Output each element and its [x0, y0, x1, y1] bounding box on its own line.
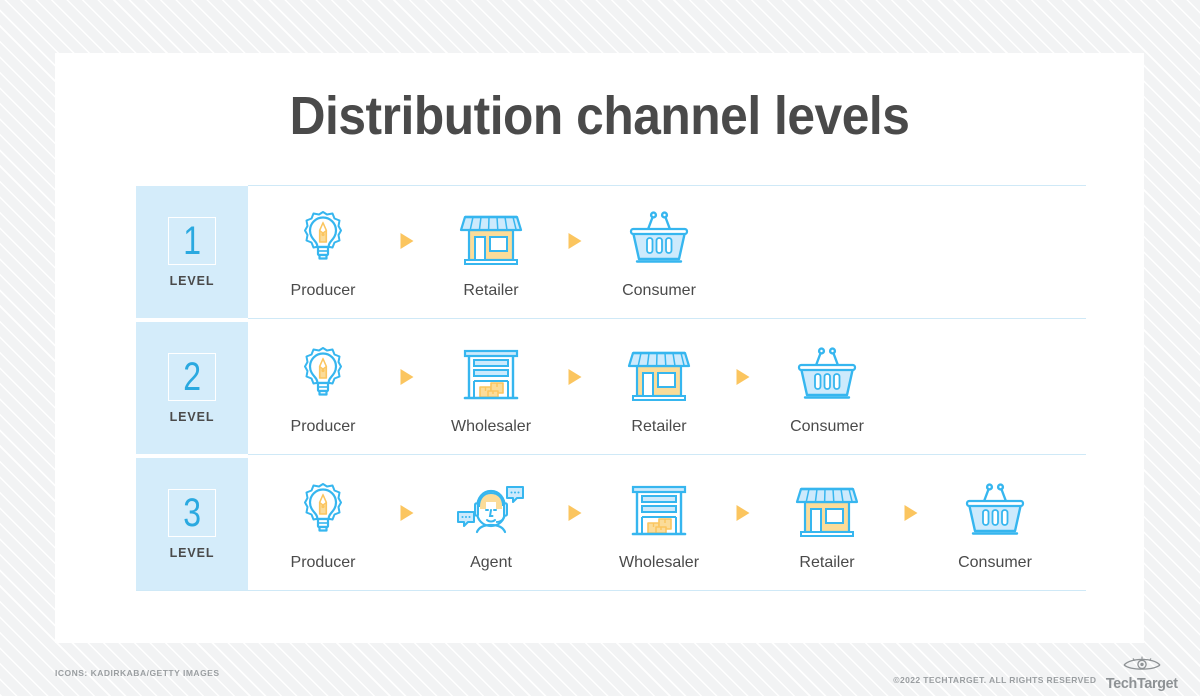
storefront-icon [456, 204, 526, 274]
channel-node: Retailer [766, 476, 888, 572]
eye-icon [1121, 653, 1163, 675]
icon-credit: ICONS: KADIRKABA/GETTY IMAGES [55, 668, 220, 678]
channel-node-label: Retailer [631, 418, 687, 435]
arrow-right-icon [384, 504, 430, 544]
channel-node: Retailer [598, 340, 720, 436]
channel-node-label: Producer [290, 418, 356, 435]
table-row: 3 LEVEL Producer Agent Wholesaler Retail… [136, 458, 1086, 590]
channel-chain-level-1: Producer Retailer Consumer [248, 186, 1086, 318]
arrow-right-icon [384, 368, 430, 408]
table-bottom-divider [136, 590, 1086, 591]
shopping-basket-icon [791, 340, 863, 410]
channel-chain-level-2: Producer Wholesaler Retailer Consumer [248, 322, 1086, 454]
copyright-text: ©2022 TECHTARGET. ALL RIGHTS RESERVED [893, 675, 1097, 685]
channel-node: Agent [430, 476, 552, 572]
arrow-right-icon [720, 368, 766, 408]
lightbulb-gear-icon [290, 204, 356, 274]
table-rows-container: 1 LEVEL Producer Retailer Consumer 2 LEV… [136, 186, 1086, 590]
level-badge-cell-1: 1 LEVEL [136, 186, 248, 318]
channel-node-label: Consumer [790, 418, 864, 435]
level-badge-cell-3: 3 LEVEL [136, 458, 248, 590]
channel-node: Producer [262, 476, 384, 572]
level-word-label: LEVEL [169, 545, 215, 560]
page-title: Distribution channel levels [289, 86, 910, 146]
level-number-box: 1 [168, 216, 216, 265]
channel-node: Wholesaler [430, 340, 552, 436]
arrow-right-icon [552, 368, 598, 408]
level-number: 1 [183, 218, 201, 263]
channel-node: Consumer [598, 204, 720, 300]
channel-node: Producer [262, 204, 384, 300]
channel-node: Retailer [430, 204, 552, 300]
warehouse-icon [458, 340, 524, 410]
channel-node-label: Wholesaler [618, 554, 700, 571]
arrow-right-icon [888, 504, 934, 544]
table-row: 1 LEVEL Producer Retailer Consumer [136, 186, 1086, 318]
warehouse-icon [626, 476, 692, 546]
channel-node-label: Producer [290, 554, 356, 571]
storefront-icon [792, 476, 862, 546]
level-number: 2 [183, 354, 201, 399]
channel-node-label: Producer [290, 282, 356, 299]
levels-table: 1 LEVEL Producer Retailer Consumer 2 LEV… [136, 185, 1086, 591]
channel-node-label: Consumer [958, 554, 1032, 571]
channel-node: Consumer [766, 340, 888, 436]
arrow-right-icon [552, 232, 598, 272]
channel-node-label: Retailer [799, 554, 855, 571]
footer-right: ©2022 TECHTARGET. ALL RIGHTS RESERVED Te… [893, 653, 1180, 691]
lightbulb-gear-icon [290, 340, 356, 410]
shopping-basket-icon [623, 204, 695, 274]
level-number: 3 [183, 490, 201, 535]
table-row: 2 LEVEL Producer Wholesaler Retailer Con… [136, 322, 1086, 454]
channel-node-label: Retailer [463, 282, 519, 299]
arrow-right-icon [384, 232, 430, 272]
level-badge-cell-2: 2 LEVEL [136, 322, 248, 454]
infographic-card: Distribution channel levels 1 LEVEL Produ… [55, 53, 1144, 643]
level-number-box: 2 [168, 352, 216, 401]
channel-node: Wholesaler [598, 476, 720, 572]
level-number-box: 3 [168, 488, 216, 537]
techtarget-wordmark: TechTarget [1106, 675, 1179, 692]
headset-person-icon [455, 476, 527, 546]
channel-node: Producer [262, 340, 384, 436]
channel-chain-level-3: Producer Agent Wholesaler Retailer Consu… [248, 458, 1086, 590]
lightbulb-gear-icon [290, 476, 356, 546]
channel-node-label: Consumer [622, 282, 696, 299]
channel-node-label: Wholesaler [450, 418, 532, 435]
arrow-right-icon [720, 504, 766, 544]
techtarget-logo: TechTarget [1104, 653, 1180, 691]
channel-node-label: Agent [470, 554, 512, 571]
arrow-right-icon [552, 504, 598, 544]
channel-node: Consumer [934, 476, 1056, 572]
shopping-basket-icon [959, 476, 1031, 546]
storefront-icon [624, 340, 694, 410]
level-word-label: LEVEL [169, 273, 215, 288]
level-word-label: LEVEL [169, 409, 215, 424]
